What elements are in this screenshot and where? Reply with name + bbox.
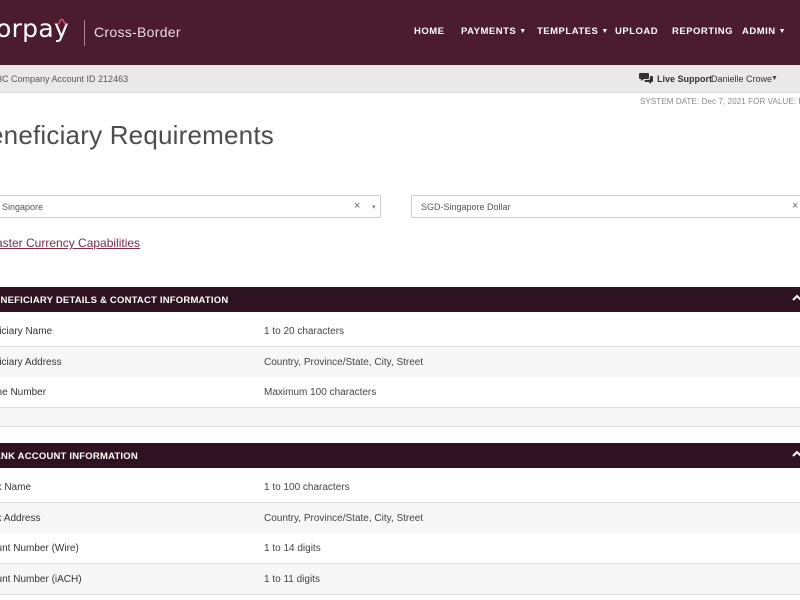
clear-icon[interactable]: ×	[354, 200, 360, 212]
caret-down-icon[interactable]: ▼	[771, 75, 778, 82]
table-row: eficiary Address Country, Province/State…	[0, 347, 800, 378]
field-name: one Number	[0, 387, 47, 398]
field-name: ount Number (iACH)	[0, 574, 82, 585]
nav-templates[interactable]: TEMPLATES ▼	[537, 26, 609, 37]
caret-down-icon: ▼	[601, 28, 609, 35]
nav-divider	[84, 20, 85, 46]
product-name: Cross-Border	[94, 24, 181, 40]
currency-select[interactable]: SGD-Singapore Dollar ×	[411, 195, 800, 218]
field-requirement: 1 to 11 digits	[264, 574, 320, 585]
caret-down-icon: ▼	[778, 28, 787, 35]
user-menu[interactable]: Danielle Crowe	[711, 74, 772, 84]
currency-select-value: SGD-Singapore Dollar	[421, 202, 511, 212]
field-requirement: Country, Province/State, City, Street	[264, 513, 424, 524]
field-name: eficiary Name	[0, 326, 53, 337]
field-name: nk Name	[0, 482, 32, 493]
nav-admin[interactable]: ADMIN ▼	[742, 26, 786, 37]
nav-payments[interactable]: PAYMENTS ▼	[461, 26, 527, 37]
nav-home-label: HOME	[414, 26, 445, 37]
nav-upload[interactable]: UPLOAD	[615, 26, 658, 37]
field-name: nk Address	[0, 513, 41, 524]
logo-caret-mark: ^	[56, 16, 67, 31]
nav-upload-label: UPLOAD	[615, 26, 659, 37]
nav-home[interactable]: HOME	[414, 26, 445, 37]
country-select-value: Singapore	[2, 202, 44, 212]
dropdown-arrow-icon[interactable]: ▾	[372, 203, 376, 211]
clear-icon[interactable]: ×	[792, 200, 798, 212]
field-name: eficiary Address	[0, 357, 62, 368]
table-row: ount Number (Wire) 1 to 14 digits	[0, 533, 800, 564]
field-requirement: 1 to 100 characters	[264, 482, 350, 493]
section-bank-account-header[interactable]: ANK ACCOUNT INFORMATION	[0, 443, 800, 468]
field-requirement: Maximum 100 characters	[264, 387, 377, 398]
table-row: ount Number (iACH) 1 to 11 digits	[0, 564, 800, 595]
master-currency-capabilities-link[interactable]: aster Currency Capabilities	[0, 236, 140, 250]
account-id: 3C Company Account ID 212463	[0, 74, 129, 84]
table-spacer	[0, 408, 800, 427]
field-requirement: 1 to 20 characters	[264, 326, 345, 337]
field-requirement: Country, Province/State, City, Street	[264, 357, 424, 368]
nav-reporting[interactable]: REPORTING	[672, 26, 733, 37]
table-row: nk Name 1 to 100 characters	[0, 472, 800, 503]
field-requirement: 1 to 14 digits	[264, 543, 321, 554]
chevron-up-icon[interactable]	[791, 448, 800, 460]
account-bar: 3C Company Account ID 212463 Live Suppor…	[0, 65, 800, 93]
country-select[interactable]: Singapore × ▾	[0, 195, 381, 218]
nav-reporting-label: REPORTING	[672, 26, 733, 37]
system-date: SYSTEM DATE: Dec 7, 2021 FOR VALUE: Dec …	[640, 97, 800, 106]
nav-templates-label: TEMPLATES	[537, 26, 599, 37]
nav-payments-label: PAYMENTS	[461, 26, 517, 37]
live-support-link[interactable]: Live Support	[657, 74, 712, 84]
section-title: ENEFICIARY DETAILS & CONTACT INFORMATION	[0, 295, 229, 306]
nav-admin-label: ADMIN	[742, 26, 776, 37]
page-title: eneficiary Requirements	[0, 120, 274, 150]
section-title: ANK ACCOUNT INFORMATION	[0, 451, 138, 462]
chat-bubbles-icon[interactable]	[639, 72, 654, 85]
table-row: eficiary Name 1 to 20 characters	[0, 316, 800, 347]
table-row: nk Address Country, Province/State, City…	[0, 503, 800, 534]
field-name: ount Number (Wire)	[0, 543, 79, 554]
section-beneficiary-details-header[interactable]: ENEFICIARY DETAILS & CONTACT INFORMATION	[0, 287, 800, 312]
table-row: one Number Maximum 100 characters	[0, 377, 800, 408]
top-navbar: orpay ^ Cross-Border HOME PAYMENTS ▼ TEMP…	[0, 0, 800, 65]
chevron-up-icon[interactable]	[791, 292, 800, 304]
caret-down-icon: ▼	[519, 28, 527, 35]
